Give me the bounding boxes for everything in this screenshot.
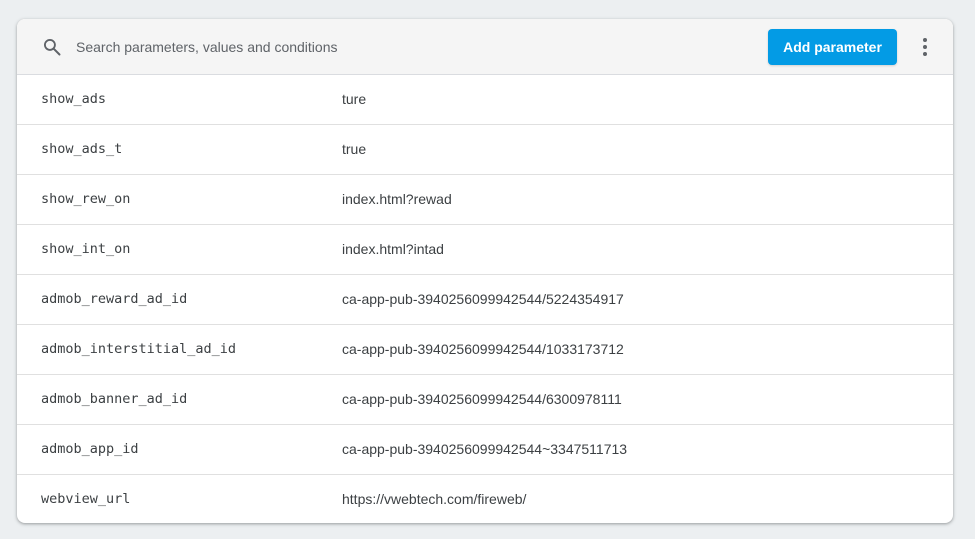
parameter-row[interactable]: show_int_on index.html?intad: [17, 225, 953, 275]
parameter-key: admob_interstitial_ad_id: [41, 341, 237, 357]
parameter-key: webview_url: [41, 491, 131, 507]
parameter-row[interactable]: show_rew_on index.html?rewad: [17, 175, 953, 225]
parameter-row[interactable]: webview_url https://vwebtech.com/fireweb…: [17, 475, 953, 523]
search-icon: [42, 37, 62, 57]
parameter-value: ture: [342, 91, 367, 107]
parameter-row[interactable]: admob_app_id ca-app-pub-3940256099942544…: [17, 425, 953, 475]
parameter-row[interactable]: admob_interstitial_ad_id ca-app-pub-3940…: [17, 325, 953, 375]
parameter-value: index.html?intad: [342, 241, 444, 257]
parameter-value: ca-app-pub-3940256099942544/5224354917: [342, 291, 624, 307]
more-options-button[interactable]: [913, 34, 937, 60]
more-vert-icon: [923, 38, 927, 42]
parameter-list: show_ads ture show_ads_t true show_rew_o…: [17, 75, 953, 523]
parameter-key: admob_banner_ad_id: [41, 391, 188, 407]
parameter-row[interactable]: show_ads ture: [17, 75, 953, 125]
parameter-value: index.html?rewad: [342, 191, 452, 207]
parameter-key: admob_app_id: [41, 441, 139, 457]
parameter-value: https://vwebtech.com/fireweb/: [342, 491, 527, 507]
parameter-row[interactable]: show_ads_t true: [17, 125, 953, 175]
parameter-value: ca-app-pub-3940256099942544~3347511713: [342, 441, 628, 457]
parameter-key: show_ads: [41, 91, 107, 107]
parameters-card: Add parameter show_ads ture show_ads_t t…: [17, 19, 953, 523]
parameter-value: ca-app-pub-3940256099942544/6300978111: [342, 391, 622, 407]
parameter-row[interactable]: admob_banner_ad_id ca-app-pub-3940256099…: [17, 375, 953, 425]
add-parameter-button[interactable]: Add parameter: [768, 29, 897, 65]
parameter-key: admob_reward_ad_id: [41, 291, 188, 307]
parameter-key: show_int_on: [41, 241, 131, 257]
parameter-row[interactable]: admob_reward_ad_id ca-app-pub-3940256099…: [17, 275, 953, 325]
parameter-value: ca-app-pub-3940256099942544/1033173712: [342, 341, 624, 357]
parameter-key: show_rew_on: [41, 191, 131, 207]
parameters-toolbar: Add parameter: [17, 19, 953, 75]
parameter-value: true: [342, 141, 367, 157]
parameter-key: show_ads_t: [41, 141, 123, 157]
search-input[interactable]: [76, 33, 736, 61]
